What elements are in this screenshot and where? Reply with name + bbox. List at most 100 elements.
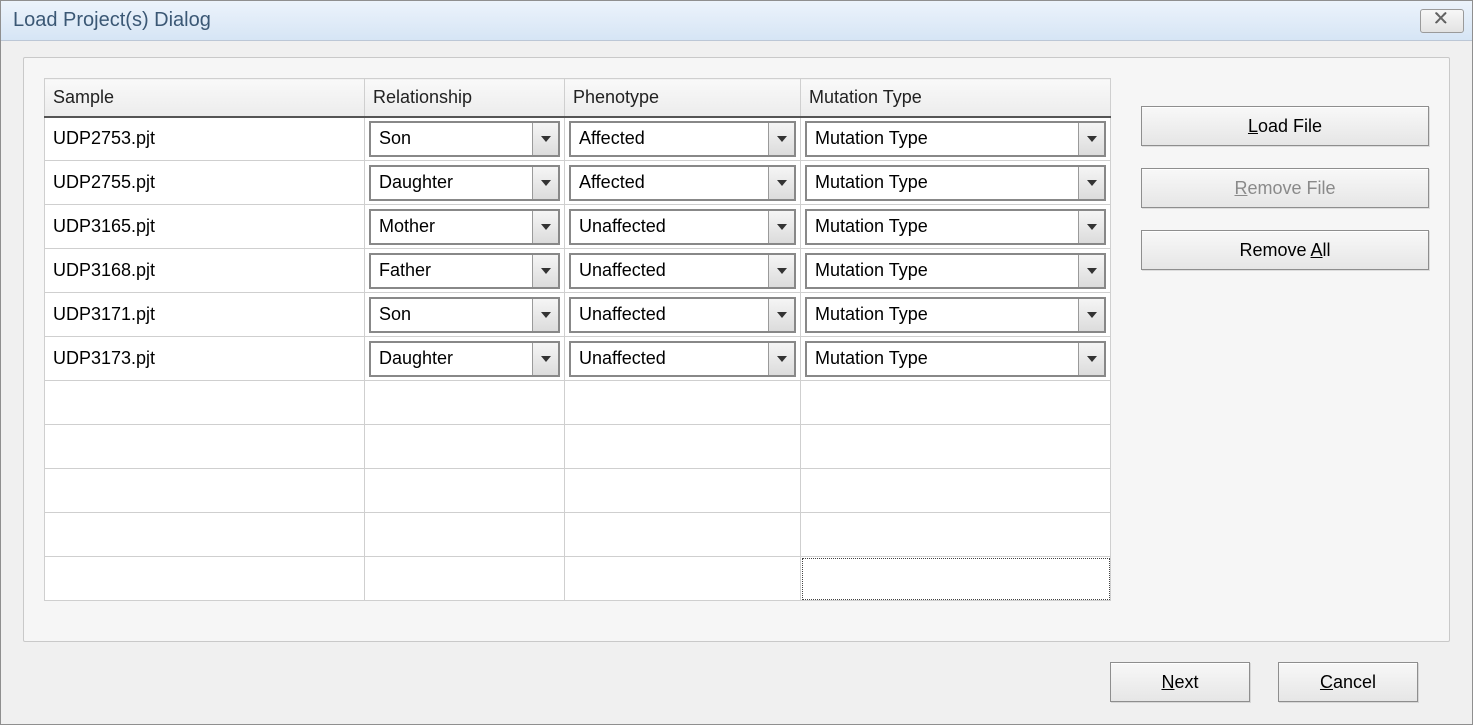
sample-cell[interactable]: UDP2755.pjt (45, 161, 365, 205)
col-header-mutation[interactable]: Mutation Type (801, 79, 1111, 117)
empty-cell (565, 469, 801, 513)
chevron-down-icon (532, 343, 558, 375)
table-row: UDP3165.pjt Mother Unaffected Mutation Type (45, 205, 1111, 249)
relationship-select[interactable]: Daughter (369, 165, 560, 201)
empty-cell (801, 425, 1111, 469)
empty-cell (365, 513, 565, 557)
close-icon (1435, 12, 1449, 29)
combo-value: Mutation Type (815, 172, 928, 193)
chevron-down-icon (768, 123, 794, 155)
table-row-empty (45, 557, 1111, 601)
chevron-down-icon (1078, 255, 1104, 287)
phenotype-select[interactable]: Unaffected (569, 209, 796, 245)
chevron-down-icon (768, 255, 794, 287)
combo-value: Mutation Type (815, 304, 928, 325)
chevron-down-icon (1078, 167, 1104, 199)
next-button[interactable]: Next (1110, 662, 1250, 702)
mutation-type-select[interactable]: Mutation Type (805, 209, 1106, 245)
mutation-type-select[interactable]: Mutation Type (805, 121, 1106, 157)
content-frame: Sample Relationship Phenotype Mutation T… (23, 57, 1450, 642)
combo-value: Affected (579, 128, 645, 149)
relationship-select[interactable]: Father (369, 253, 560, 289)
phenotype-select[interactable]: Unaffected (569, 341, 796, 377)
combo-value: Unaffected (579, 216, 666, 237)
empty-cell (565, 381, 801, 425)
chevron-down-icon (768, 343, 794, 375)
load-file-button[interactable]: Load File (1141, 106, 1429, 146)
chevron-down-icon (1078, 343, 1104, 375)
table-row: UDP2753.pjt Son Affected Mutation Type (45, 117, 1111, 161)
mutation-type-select[interactable]: Mutation Type (805, 297, 1106, 333)
side-button-panel: Load File Remove File Remove All (1141, 78, 1429, 621)
chevron-down-icon (532, 299, 558, 331)
relationship-select[interactable]: Mother (369, 209, 560, 245)
relationship-select[interactable]: Son (369, 121, 560, 157)
table-row: UDP3173.pjt Daughter Unaffected Mutation Ty… (45, 337, 1111, 381)
empty-cell (365, 381, 565, 425)
sample-cell[interactable] (45, 381, 365, 425)
empty-cell (565, 425, 801, 469)
chevron-down-icon (1078, 211, 1104, 243)
chevron-down-icon (532, 255, 558, 287)
chevron-down-icon (768, 299, 794, 331)
chevron-down-icon (768, 167, 794, 199)
table-row-empty (45, 513, 1111, 557)
project-table-container: Sample Relationship Phenotype Mutation T… (44, 78, 1111, 621)
sample-cell[interactable]: UDP3168.pjt (45, 249, 365, 293)
table-row: UDP2755.pjt Daughter Affected Mutation Type (45, 161, 1111, 205)
combo-value: Father (379, 260, 431, 281)
chevron-down-icon (768, 211, 794, 243)
phenotype-select[interactable]: Unaffected (569, 297, 796, 333)
sample-cell[interactable]: UDP3165.pjt (45, 205, 365, 249)
combo-value: Mutation Type (815, 216, 928, 237)
sample-cell[interactable]: UDP2753.pjt (45, 117, 365, 161)
mutation-type-select[interactable]: Mutation Type (805, 253, 1106, 289)
sample-cell[interactable] (45, 557, 365, 601)
table-row-empty (45, 381, 1111, 425)
combo-value: Daughter (379, 172, 453, 193)
close-button[interactable] (1420, 9, 1464, 33)
combo-value: Unaffected (579, 260, 666, 281)
relationship-select[interactable]: Daughter (369, 341, 560, 377)
col-header-sample[interactable]: Sample (45, 79, 365, 117)
cancel-button[interactable]: Cancel (1278, 662, 1418, 702)
col-header-phenotype[interactable]: Phenotype (565, 79, 801, 117)
mutation-type-select[interactable]: Mutation Type (805, 165, 1106, 201)
chevron-down-icon (1078, 299, 1104, 331)
window-title: Load Project(s) Dialog (9, 9, 211, 32)
table-row-empty (45, 469, 1111, 513)
relationship-select[interactable]: Son (369, 297, 560, 333)
dialog-window: Load Project(s) Dialog Sample Relationsh… (0, 0, 1473, 725)
empty-cell (365, 557, 565, 601)
combo-value: Son (379, 128, 411, 149)
combo-value: Daughter (379, 348, 453, 369)
phenotype-select[interactable]: Unaffected (569, 253, 796, 289)
table-row: UDP3171.pjt Son Unaffected Mutation Type (45, 293, 1111, 337)
empty-cell (801, 557, 1111, 601)
footer-button-bar: Next Cancel (1, 648, 1472, 724)
sample-cell[interactable] (45, 425, 365, 469)
combo-value: Mutation Type (815, 348, 928, 369)
sample-cell[interactable]: UDP3173.pjt (45, 337, 365, 381)
combo-value: Mutation Type (815, 128, 928, 149)
mutation-type-select[interactable]: Mutation Type (805, 341, 1106, 377)
combo-value: Son (379, 304, 411, 325)
chevron-down-icon (1078, 123, 1104, 155)
table-row: UDP3168.pjt Father Unaffected Mutation Type (45, 249, 1111, 293)
phenotype-select[interactable]: Affected (569, 121, 796, 157)
chevron-down-icon (532, 211, 558, 243)
title-bar: Load Project(s) Dialog (1, 1, 1472, 41)
sample-cell[interactable] (45, 469, 365, 513)
chevron-down-icon (532, 167, 558, 199)
remove-file-button[interactable]: Remove File (1141, 168, 1429, 208)
table-row-empty (45, 425, 1111, 469)
combo-value: Unaffected (579, 304, 666, 325)
combo-value: Unaffected (579, 348, 666, 369)
remove-all-button[interactable]: Remove All (1141, 230, 1429, 270)
col-header-relationship[interactable]: Relationship (365, 79, 565, 117)
combo-value: Mother (379, 216, 435, 237)
empty-cell (801, 513, 1111, 557)
sample-cell[interactable]: UDP3171.pjt (45, 293, 365, 337)
phenotype-select[interactable]: Affected (569, 165, 796, 201)
sample-cell[interactable] (45, 513, 365, 557)
